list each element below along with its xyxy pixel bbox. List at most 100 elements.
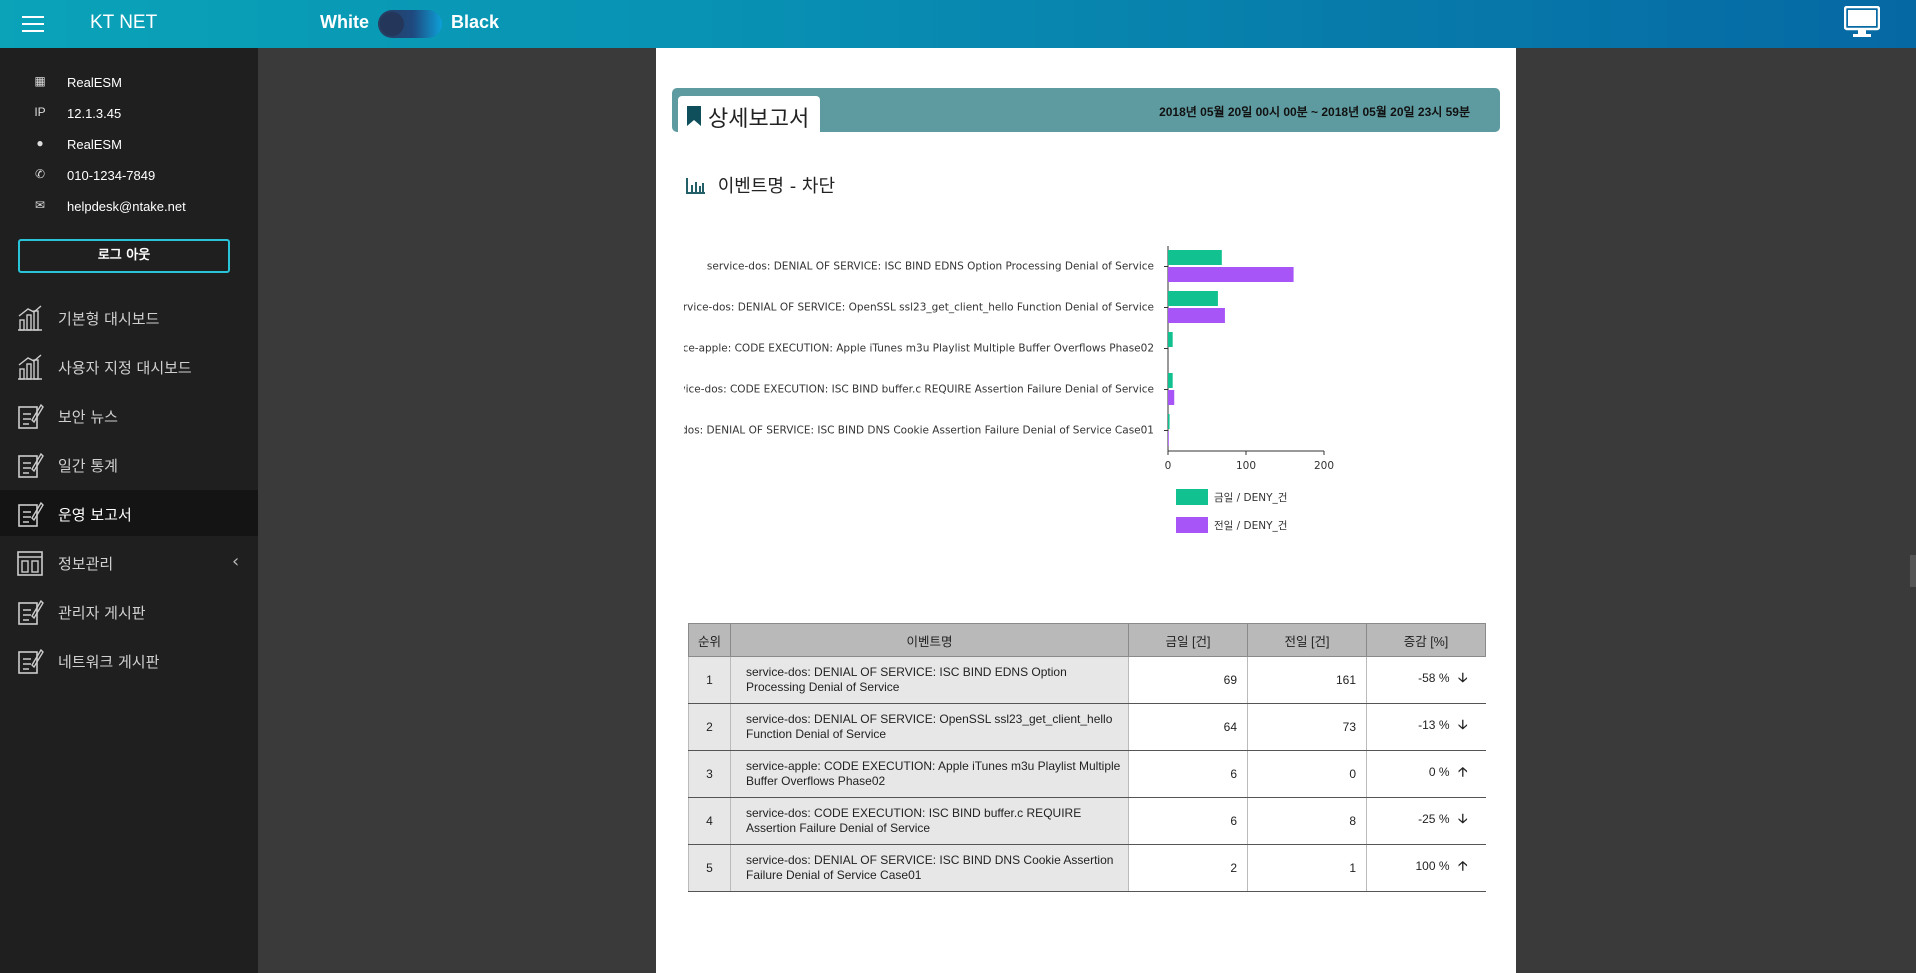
sidebar-info-text: RealESM: [67, 75, 122, 90]
yesterday-cell: 8: [1247, 797, 1367, 845]
category-label: service-dos: DENIAL OF SERVICE: ISC BIND…: [707, 261, 1154, 273]
sidebar-info-row: ● RealESM: [0, 134, 258, 154]
table-row: 2 service-dos: DENIAL OF SERVICE: OpenSSL…: [688, 703, 1486, 751]
edit-icon: [16, 500, 44, 528]
bar-today: [1168, 250, 1222, 265]
nav-item-2[interactable]: 사용자 지정 대시보드: [0, 343, 258, 389]
legend-swatch: [1176, 517, 1208, 533]
logout-button[interactable]: 로그 아웃: [18, 239, 230, 273]
event-name-cell: service-apple: CODE EXECUTION: Apple iTu…: [730, 750, 1129, 798]
yesterday-cell: 161: [1247, 656, 1367, 704]
bar-yesterday: [1168, 431, 1169, 446]
nav-item-label: 사용자 지정 대시보드: [58, 359, 192, 377]
menu-icon[interactable]: [22, 16, 44, 32]
brand-title: KT NET: [90, 12, 158, 33]
nav-item-7[interactable]: 관리자 게시판: [0, 588, 258, 634]
bar-today: [1168, 373, 1173, 388]
change-value: 100 %: [1415, 859, 1450, 873]
sidebar-info-text: helpdesk@ntake.net: [67, 199, 186, 214]
header-event-name: 이벤트명: [730, 623, 1129, 657]
nav-item-label: 운영 보고서: [58, 506, 132, 524]
event-name-cell: service-dos: DENIAL OF SERVICE: ISC BIND…: [730, 844, 1129, 892]
category-label: service-dos: DENIAL OF SERVICE: ISC BIND…: [684, 425, 1154, 437]
edit-icon: [16, 451, 44, 479]
section-title-text: 이벤트명 - 차단: [717, 176, 836, 197]
change-cell: -13 % 🡣: [1366, 703, 1486, 751]
section-title: 이벤트명 - 차단: [686, 172, 835, 198]
chevron-left-icon[interactable]: ‹: [232, 551, 239, 572]
user-icon: ●: [36, 136, 44, 150]
nav-item-label: 관리자 게시판: [58, 604, 146, 622]
nav-item-3[interactable]: 보안 뉴스: [0, 392, 258, 438]
change-value: -58 %: [1418, 671, 1450, 685]
today-cell: 6: [1128, 797, 1248, 845]
nav-item-label: 보안 뉴스: [58, 408, 118, 426]
nav-item-label: 일간 통계: [58, 457, 118, 475]
arrow-up-icon: 🡡: [1458, 764, 1468, 779]
x-tick-label: 200: [1314, 460, 1334, 472]
nav-item-5[interactable]: 운영 보고서: [0, 490, 258, 536]
bar-today: [1168, 332, 1173, 347]
header-today: 금일 [건]: [1128, 623, 1248, 657]
today-cell: 2: [1128, 844, 1248, 892]
nav-item-1[interactable]: 기본형 대시보드: [0, 294, 258, 340]
chart-icon: [16, 353, 44, 381]
arrow-up-icon: 🡡: [1458, 858, 1468, 873]
sidebar: ▦ RealESM IP 12.1.3.45 ● RealESM ✆ 010-1234-784…: [0, 48, 258, 973]
rank-cell: 5: [688, 844, 731, 892]
nav-item-label: 기본형 대시보드: [58, 310, 160, 328]
change-cell: 0 % 🡡: [1366, 750, 1486, 798]
scrollbar-thumb[interactable]: [1910, 555, 1916, 587]
change-value: -25 %: [1418, 812, 1450, 826]
legend-label: 전일 / DENY_건: [1214, 519, 1287, 532]
bar-today: [1168, 291, 1218, 306]
nav-item-label: 네트워크 게시판: [58, 653, 160, 671]
event-chart: service-dos: DENIAL OF SERVICE: ISC BIND…: [640, 228, 1504, 628]
table-row: 3 service-apple: CODE EXECUTION: Apple iT…: [688, 750, 1486, 798]
rank-cell: 1: [688, 656, 731, 704]
report-paper: 상세보고서 2018년 05월 20일 00시 00분 ~ 2018년 05월 …: [640, 48, 1516, 973]
rank-cell: 2: [688, 703, 731, 751]
sidebar-info-row: ✆ 010-1234-7849: [0, 165, 258, 185]
theme-white-label: White: [320, 12, 369, 32]
ip-icon: IP: [34, 105, 46, 119]
arrow-down-icon: 🡣: [1458, 811, 1468, 826]
rank-cell: 3: [688, 750, 731, 798]
bar-yesterday: [1168, 390, 1175, 405]
report-header: 상세보고서 2018년 05월 20일 00시 00분 ~ 2018년 05월 …: [672, 88, 1500, 134]
table-header-row: 순위 이벤트명 금일 [건] 전일 [건] 증감 [%]: [688, 623, 1486, 657]
event-bar-chart: service-dos: DENIAL OF SERVICE: ISC BIND…: [640, 246, 1334, 533]
table-row: 5 service-dos: DENIAL OF SERVICE: ISC BIN…: [688, 844, 1486, 892]
bar-yesterday: [1168, 308, 1225, 323]
change-value: -13 %: [1418, 718, 1450, 732]
bar-chart-icon: [686, 178, 705, 194]
change-value: 0 %: [1428, 765, 1450, 779]
edit-icon: [16, 402, 44, 430]
table-row: 4 service-dos: CODE EXECUTION: ISC BIND b…: [688, 797, 1486, 845]
table-row: 1 service-dos: DENIAL OF SERVICE: ISC BIN…: [688, 656, 1486, 704]
bar-yesterday: [1168, 267, 1294, 282]
mail-icon: ✉: [34, 198, 46, 212]
sidebar-info-row: ▦ RealESM: [0, 72, 258, 92]
nav-item-8[interactable]: 네트워크 게시판: [0, 637, 258, 683]
monitor-icon[interactable]: [1844, 6, 1880, 38]
theme-black-label: Black: [451, 12, 500, 32]
toggle-knob: [380, 12, 404, 36]
today-cell: 69: [1128, 656, 1248, 704]
arrow-down-icon: 🡣: [1458, 717, 1468, 732]
bar-today: [1168, 414, 1170, 429]
change-cell: -25 % 🡣: [1366, 797, 1486, 845]
nav-item-4[interactable]: 일간 통계: [0, 441, 258, 487]
nav-item-6[interactable]: 정보관리 ‹: [0, 539, 258, 585]
arrow-down-icon: 🡣: [1458, 670, 1468, 685]
main-area: 상세보고서 2018년 05월 20일 00시 00분 ~ 2018년 05월 …: [258, 48, 1916, 973]
sidebar-info-text: 010-1234-7849: [67, 168, 156, 183]
edit-icon: [16, 598, 44, 626]
sidebar-info-row: IP 12.1.3.45: [0, 103, 258, 123]
event-name-cell: service-dos: DENIAL OF SERVICE: ISC BIND…: [730, 656, 1129, 704]
theme-toggle[interactable]: [378, 10, 442, 38]
header-change: 증감 [%]: [1366, 623, 1486, 657]
today-cell: 64: [1128, 703, 1248, 751]
sidebar-info-row: ✉ helpdesk@ntake.net: [0, 196, 258, 216]
phone-icon: ✆: [34, 167, 46, 181]
